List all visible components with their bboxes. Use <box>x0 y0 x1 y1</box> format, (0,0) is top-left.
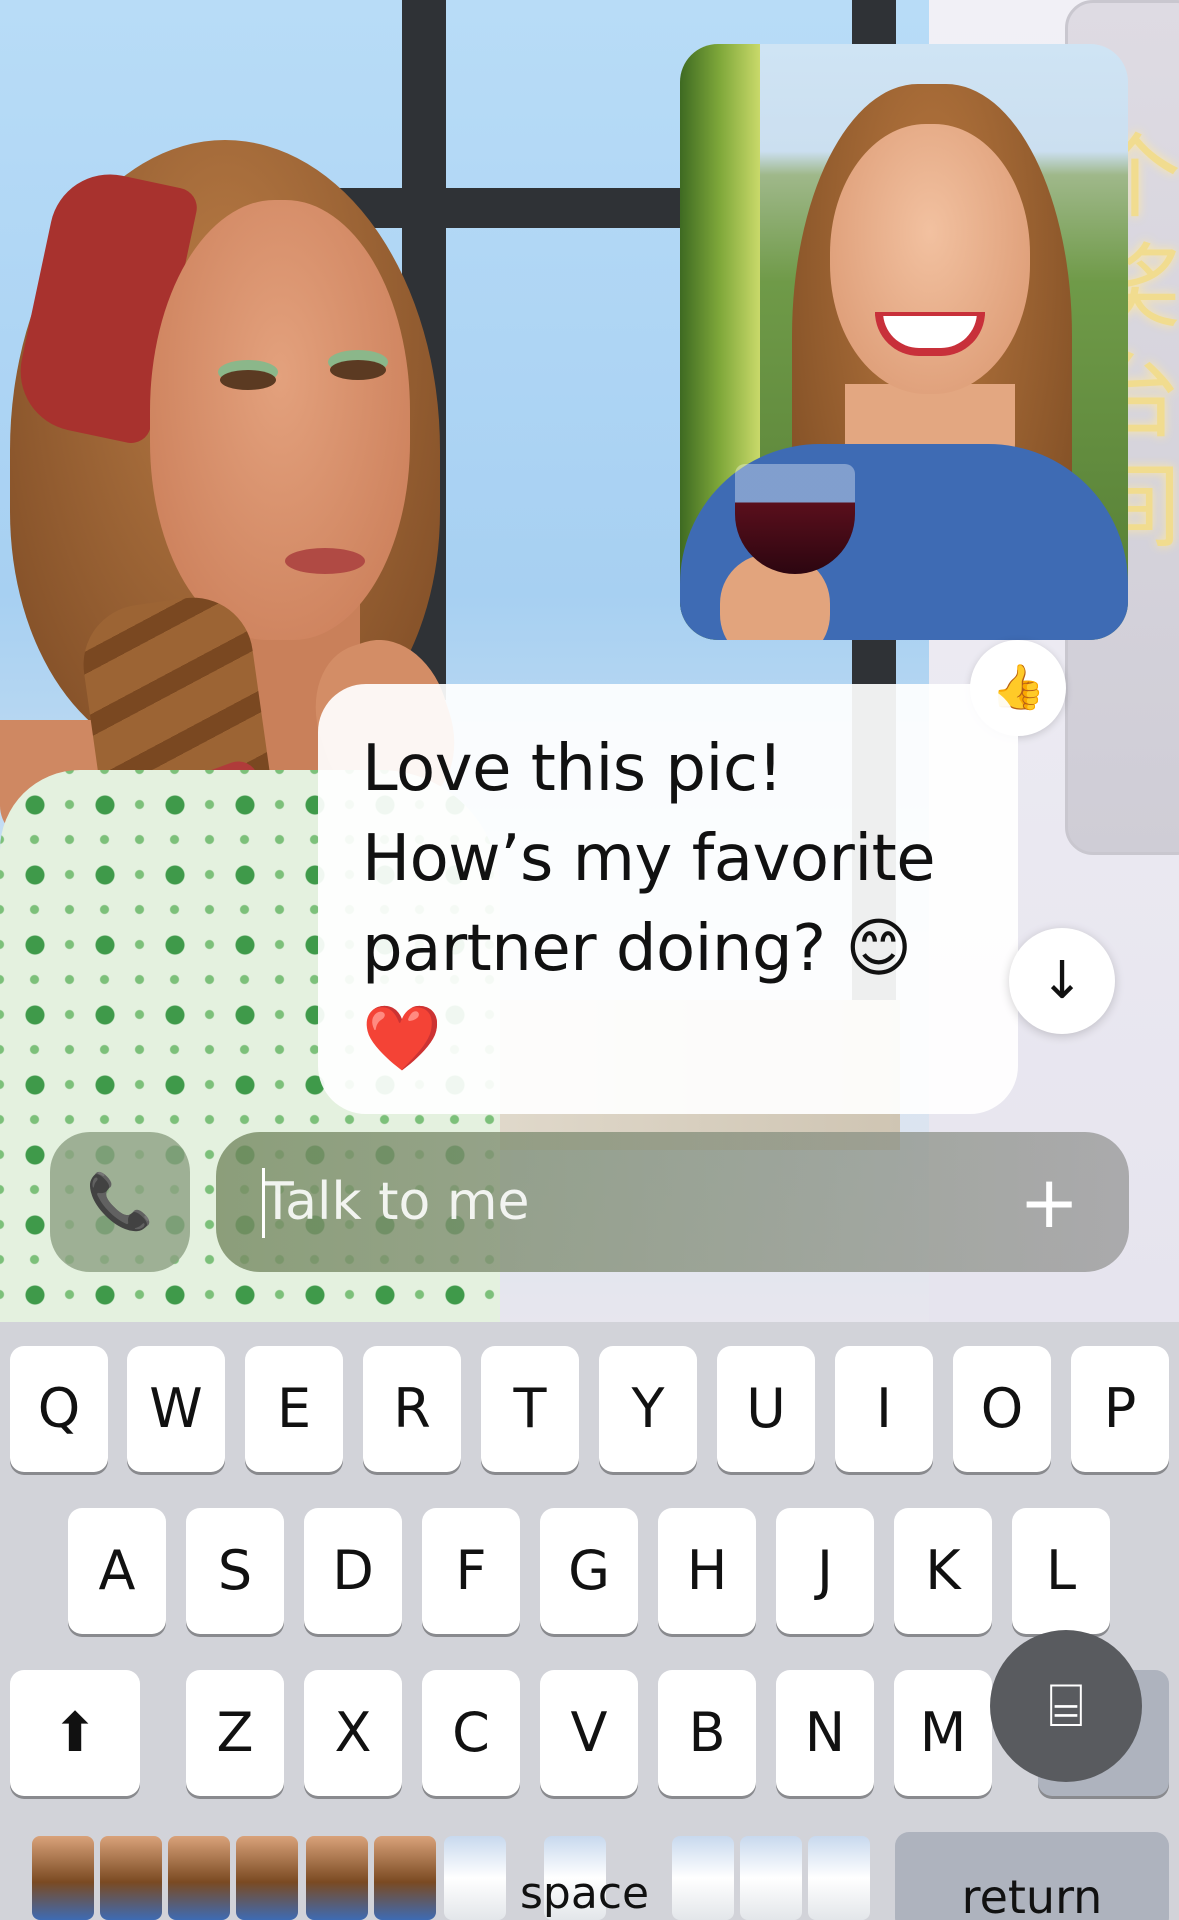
key-i[interactable]: I <box>835 1346 933 1472</box>
key-w[interactable]: W <box>127 1346 225 1472</box>
key-a[interactable]: A <box>68 1508 166 1634</box>
key-q[interactable]: Q <box>10 1346 108 1472</box>
suggestion-thumbnail[interactable] <box>740 1836 802 1920</box>
key-m[interactable]: M <box>894 1670 992 1796</box>
key-l[interactable]: L <box>1012 1508 1110 1634</box>
space-label: space <box>520 1868 650 1919</box>
suggestion-thumbnail[interactable] <box>306 1836 368 1920</box>
key-s[interactable]: S <box>186 1508 284 1634</box>
photo-message[interactable] <box>680 44 1128 640</box>
suggestion-thumbnail[interactable] <box>444 1836 506 1920</box>
suggestion-thumbnail[interactable] <box>168 1836 230 1920</box>
suggestion-thumbnail[interactable] <box>32 1836 94 1920</box>
message-line: Love this pic! <box>362 732 783 806</box>
key-g[interactable]: G <box>540 1508 638 1634</box>
key-o[interactable]: O <box>953 1346 1051 1472</box>
scan-text-icon[interactable]: ⌸ <box>990 1630 1142 1782</box>
call-button[interactable]: 📞 <box>50 1132 190 1272</box>
key-c[interactable]: C <box>422 1670 520 1796</box>
key-n[interactable]: N <box>776 1670 874 1796</box>
key-d[interactable]: D <box>304 1508 402 1634</box>
scroll-down-icon[interactable]: ↓ <box>1009 928 1115 1034</box>
suggestion-thumbnail[interactable] <box>374 1836 436 1920</box>
text-caret <box>262 1168 265 1238</box>
key-b[interactable]: B <box>658 1670 756 1796</box>
message-line: partner doing? 😊 <box>362 912 912 986</box>
key-t[interactable]: T <box>481 1346 579 1472</box>
key-e[interactable]: E <box>245 1346 343 1472</box>
key-z[interactable]: Z <box>186 1670 284 1796</box>
key-h[interactable]: H <box>658 1508 756 1634</box>
key-p[interactable]: P <box>1071 1346 1169 1472</box>
suggestion-thumbnail[interactable] <box>236 1836 298 1920</box>
shift-key[interactable]: ⬆ <box>10 1670 140 1796</box>
heart-emoji: ❤️ <box>362 1002 442 1076</box>
message-input[interactable] <box>262 1164 962 1240</box>
add-attachment-icon[interactable]: + <box>1019 1152 1079 1252</box>
return-key[interactable]: return <box>895 1832 1169 1920</box>
key-k[interactable]: K <box>894 1508 992 1634</box>
key-u[interactable]: U <box>717 1346 815 1472</box>
key-v[interactable]: V <box>540 1670 638 1796</box>
key-f[interactable]: F <box>422 1508 520 1634</box>
message-bubble[interactable]: Love this pic! How’s my favorite partner… <box>318 684 1018 1114</box>
message-input-bar[interactable]: + <box>216 1132 1129 1272</box>
shift-icon: ⬆ <box>52 1701 98 1764</box>
suggestion-thumbnail[interactable] <box>100 1836 162 1920</box>
space-bar[interactable] <box>8 1830 878 1920</box>
key-x[interactable]: X <box>304 1670 402 1796</box>
key-j[interactable]: J <box>776 1508 874 1634</box>
phone-icon: 📞 <box>86 1170 154 1233</box>
key-r[interactable]: R <box>363 1346 461 1472</box>
suggestion-thumbnail[interactable] <box>672 1836 734 1920</box>
suggestion-thumbnail[interactable] <box>808 1836 870 1920</box>
message-line: How’s my favorite <box>362 822 936 896</box>
key-y[interactable]: Y <box>599 1346 697 1472</box>
